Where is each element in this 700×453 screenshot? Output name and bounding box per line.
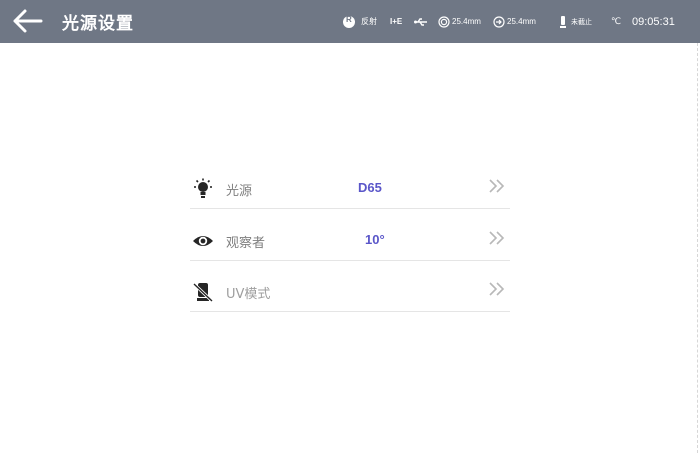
aperture-icon <box>438 15 450 28</box>
mode-text: 反射 <box>361 17 377 26</box>
uv-mode-label: UV模式 <box>226 287 271 302</box>
light-source-label: 光源 <box>226 184 253 199</box>
light-source-row[interactable]: 光源 D65 <box>190 164 510 209</box>
mode-indicator: R 反射 <box>343 0 377 43</box>
aperture-indicator: 25.4mm <box>438 0 481 43</box>
arrow-left-icon[interactable] <box>10 7 44 35</box>
observer-row[interactable]: 观察者 10° <box>190 216 510 261</box>
uv-mode-row[interactable]: UV模式 <box>190 267 510 312</box>
observer-label: 观察者 <box>226 236 266 251</box>
calibration-icon <box>560 15 566 28</box>
chevron-right-icon[interactable] <box>488 178 506 194</box>
clock-time: 09:05:31 <box>632 15 675 28</box>
usb-indicator <box>414 0 428 43</box>
ie-text: I+E <box>390 17 403 26</box>
clock: 09:05:31 <box>632 0 675 43</box>
top-bar: 光源设置 R 反射 I+E 25.4mm 25.4mm 未截止 ℃ 09:05:… <box>0 0 700 43</box>
edge-divider <box>697 43 698 453</box>
temperature-unit: ℃ <box>611 16 622 26</box>
lens-value: 25.4mm <box>507 17 536 26</box>
expiry-text: 未截止 <box>571 18 592 26</box>
lens-icon <box>493 15 505 28</box>
light-source-value: D65 <box>358 180 382 195</box>
page-title: 光源设置 <box>62 14 134 34</box>
expiry-indicator: 未截止 <box>559 0 592 43</box>
aperture-value: 25.4mm <box>452 17 481 26</box>
observer-value: 10° <box>365 232 385 247</box>
chevron-right-icon[interactable] <box>488 281 506 297</box>
mode-badge: R <box>346 15 352 24</box>
uv-off-icon <box>192 282 214 303</box>
temperature-indicator: ℃ <box>611 0 621 43</box>
chevron-right-icon[interactable] <box>488 230 506 246</box>
ie-indicator: I+E <box>390 0 402 43</box>
usb-icon <box>414 17 427 26</box>
eye-icon <box>193 236 213 246</box>
lens-indicator: 25.4mm <box>493 0 536 43</box>
light-bulb-icon <box>194 178 212 198</box>
